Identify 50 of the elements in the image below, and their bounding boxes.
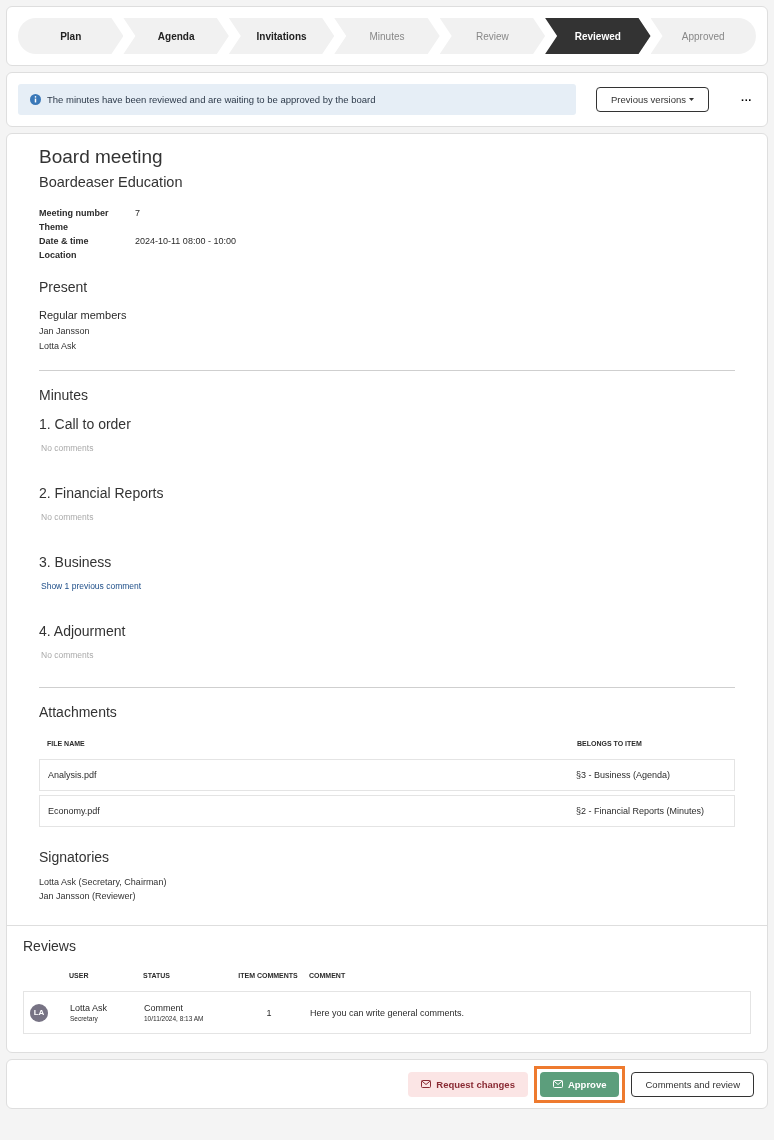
signatory-name: Jan Jansson (Reviewer) xyxy=(39,890,137,903)
member-name: Jan Jansson xyxy=(39,325,91,338)
caret-icon xyxy=(689,98,694,101)
detail-label: Date & time xyxy=(39,236,90,246)
step-tab[interactable]: Reviewed xyxy=(545,18,651,54)
action-button[interactable]: Comments and review xyxy=(631,1071,754,1097)
review-status: Comment xyxy=(144,1003,184,1013)
section-heading: Minutes xyxy=(39,387,90,403)
user-name: Lotta Ask xyxy=(70,1003,109,1013)
agenda-item-title: 2. Financial Reports xyxy=(39,485,165,501)
section-heading: Present xyxy=(39,279,89,295)
review-comment: Here you can write general comments. xyxy=(310,1007,466,1018)
user-avatar: LA xyxy=(30,1003,48,1022)
no-comments-text: No comments xyxy=(41,650,95,660)
no-comments-text: No comments xyxy=(41,512,95,522)
more-button[interactable]: ··· xyxy=(739,91,754,108)
info-icon xyxy=(30,94,41,105)
table-cell-text: Economy.pdf xyxy=(48,806,101,816)
section-heading: Reviews xyxy=(23,938,77,954)
agenda-item-title: 1. Call to order xyxy=(39,416,132,432)
agenda-item-title: 4. Adjourment xyxy=(39,623,127,639)
table-cell-text: Analysis.pdf xyxy=(48,770,98,780)
show-comments-link[interactable]: Show 1 previous comment xyxy=(41,581,142,591)
envelope-icon xyxy=(421,1080,432,1088)
table-cell-text: §3 - Business (Agenda) xyxy=(576,770,672,780)
envelope-icon xyxy=(552,1080,563,1088)
organization-name: Boardeaser Education xyxy=(39,174,184,190)
no-comments-text: No comments xyxy=(41,443,95,453)
action-button[interactable]: Request changes xyxy=(408,1071,528,1097)
item-comment-count: 1 xyxy=(265,1007,273,1018)
attachment-row[interactable]: Economy.pdf §2 - Financial Reports (Minutes) xyxy=(39,795,735,827)
previous-versions-button[interactable]: Previous versions xyxy=(596,87,709,112)
meeting-title: Board meeting xyxy=(39,146,164,168)
agenda-item-title: 3. Business xyxy=(39,554,113,570)
group-heading: Regular members xyxy=(39,309,128,321)
step-tab[interactable]: Agenda xyxy=(123,18,229,54)
detail-label: Location xyxy=(39,250,78,260)
step-tab[interactable]: Invitations xyxy=(228,18,335,54)
detail-value: 2024-10-11 08:00 - 10:00 xyxy=(135,236,237,246)
table-cell-text: §2 - Financial Reports (Minutes) xyxy=(576,806,706,816)
step-tab[interactable]: Plan xyxy=(18,18,124,54)
detail-value: 7 xyxy=(135,208,141,218)
member-name: Lotta Ask xyxy=(39,340,78,353)
section-heading: Attachments xyxy=(39,704,118,720)
signatory-name: Lotta Ask (Secretary, Chairman) xyxy=(39,876,168,889)
detail-label: Theme xyxy=(39,222,69,232)
detail-label: Meeting number xyxy=(39,208,110,218)
notice-text: The minutes have been reviewed and are waiting to be approved by the board xyxy=(47,94,376,105)
section-heading: Signatories xyxy=(39,849,111,865)
attachment-row[interactable]: Analysis.pdf §3 - Business (Agenda) xyxy=(39,759,735,791)
